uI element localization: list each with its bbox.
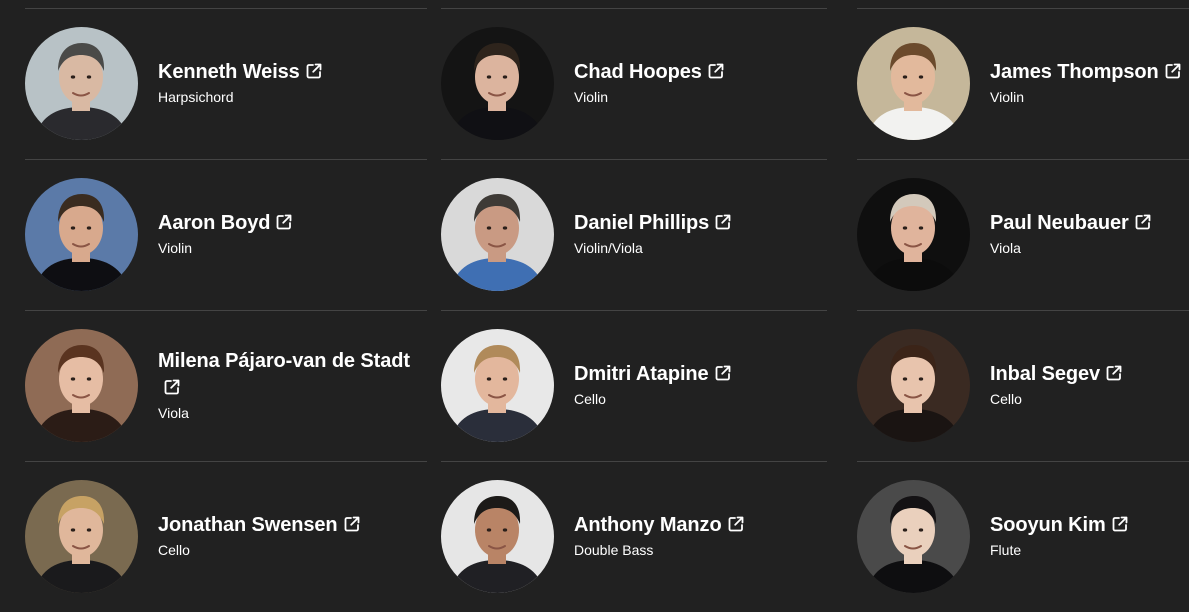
- artist-name-link[interactable]: Kenneth Weiss: [158, 59, 419, 86]
- external-link-icon[interactable]: [305, 62, 323, 80]
- artist-info: Chad Hoopes Violin: [574, 59, 819, 107]
- artist-name[interactable]: Milena Pájaro-van de Stadt: [158, 350, 410, 372]
- artist-card[interactable]: Paul Neubauer Viola: [857, 160, 1189, 310]
- external-link-icon[interactable]: [163, 378, 181, 396]
- artist-name[interactable]: Paul Neubauer: [990, 212, 1129, 234]
- artist-grid: Kenneth Weiss Harpsichord Aaron Boyd Vio…: [0, 0, 1189, 604]
- external-link-icon[interactable]: [343, 515, 361, 533]
- artist-name-link[interactable]: Jonathan Swensen: [158, 512, 419, 539]
- artist-info: Sooyun Kim Flute: [990, 512, 1189, 560]
- artist-instrument: Double Bass: [574, 542, 654, 558]
- artist-instrument: Violin: [990, 89, 1024, 105]
- artist-name-link[interactable]: Aaron Boyd: [158, 210, 419, 237]
- artist-instrument: Cello: [574, 391, 606, 407]
- external-link-icon[interactable]: [1164, 62, 1182, 80]
- artist-card[interactable]: Milena Pájaro-van de Stadt Viola: [25, 311, 427, 461]
- external-link-icon[interactable]: [1134, 213, 1152, 231]
- artist-instrument: Viola: [158, 405, 189, 421]
- artist-name-link[interactable]: Milena Pájaro-van de Stadt: [158, 348, 419, 402]
- artist-name[interactable]: Jonathan Swensen: [158, 514, 338, 536]
- artist-instrument: Violin: [158, 240, 192, 256]
- artist-card[interactable]: Dmitri Atapine Cello: [441, 311, 827, 461]
- external-link-icon[interactable]: [1111, 515, 1129, 533]
- artist-name[interactable]: Kenneth Weiss: [158, 61, 300, 83]
- artist-instrument: Cello: [158, 542, 190, 558]
- artist-photo[interactable]: [441, 480, 554, 593]
- artist-instrument: Violin: [574, 89, 608, 105]
- external-link-icon[interactable]: [727, 515, 745, 533]
- artist-card[interactable]: Daniel Phillips Violin/Viola: [441, 160, 827, 310]
- external-link-icon[interactable]: [275, 213, 293, 231]
- artist-photo[interactable]: [25, 329, 138, 442]
- artist-column: Kenneth Weiss Harpsichord Aaron Boyd Vio…: [25, 0, 427, 604]
- artist-photo[interactable]: [441, 178, 554, 291]
- artist-info: Jonathan Swensen Cello: [158, 512, 419, 560]
- artist-name[interactable]: Daniel Phillips: [574, 212, 709, 234]
- artist-name-link[interactable]: Sooyun Kim: [990, 512, 1189, 539]
- artist-card[interactable]: Chad Hoopes Violin: [441, 9, 827, 159]
- artist-name[interactable]: Dmitri Atapine: [574, 363, 709, 385]
- artist-card[interactable]: Sooyun Kim Flute: [857, 462, 1189, 612]
- artist-name[interactable]: Chad Hoopes: [574, 61, 702, 83]
- artist-photo[interactable]: [25, 480, 138, 593]
- artist-photo[interactable]: [857, 27, 970, 140]
- artist-photo[interactable]: [857, 178, 970, 291]
- artist-instrument: Flute: [990, 542, 1022, 558]
- artist-name-link[interactable]: Anthony Manzo: [574, 512, 819, 539]
- artist-card[interactable]: Jonathan Swensen Cello: [25, 462, 427, 612]
- external-link-icon[interactable]: [707, 62, 725, 80]
- artist-instrument: Cello: [990, 391, 1022, 407]
- artist-name[interactable]: Inbal Segev: [990, 363, 1100, 385]
- artist-photo[interactable]: [441, 27, 554, 140]
- artist-name[interactable]: Anthony Manzo: [574, 514, 722, 536]
- artist-name-link[interactable]: Chad Hoopes: [574, 59, 819, 86]
- artist-instrument: Viola: [990, 240, 1021, 256]
- artist-info: Aaron Boyd Violin: [158, 210, 419, 258]
- artist-column: Chad Hoopes Violin Daniel Phillips Violi…: [441, 0, 827, 604]
- external-link-icon[interactable]: [714, 364, 732, 382]
- artist-photo[interactable]: [857, 480, 970, 593]
- artist-info: Paul Neubauer Viola: [990, 210, 1189, 258]
- artist-info: Anthony Manzo Double Bass: [574, 512, 819, 560]
- artist-name-link[interactable]: Daniel Phillips: [574, 210, 819, 237]
- artist-card[interactable]: Anthony Manzo Double Bass: [441, 462, 827, 612]
- artist-name[interactable]: Sooyun Kim: [990, 514, 1106, 536]
- external-link-icon[interactable]: [714, 213, 732, 231]
- external-link-icon[interactable]: [1105, 364, 1123, 382]
- artist-info: Dmitri Atapine Cello: [574, 361, 819, 409]
- artist-photo[interactable]: [25, 178, 138, 291]
- artist-info: Daniel Phillips Violin/Viola: [574, 210, 819, 258]
- artist-card[interactable]: James Thompson Violin: [857, 9, 1189, 159]
- artist-info: Milena Pájaro-van de Stadt Viola: [158, 348, 419, 423]
- artist-card[interactable]: Aaron Boyd Violin: [25, 160, 427, 310]
- artist-name[interactable]: Aaron Boyd: [158, 212, 270, 234]
- artist-info: Kenneth Weiss Harpsichord: [158, 59, 419, 107]
- artist-info: James Thompson Violin: [990, 59, 1189, 107]
- artist-name-link[interactable]: Dmitri Atapine: [574, 361, 819, 388]
- artist-photo[interactable]: [857, 329, 970, 442]
- artist-card[interactable]: Kenneth Weiss Harpsichord: [25, 9, 427, 159]
- artist-name-link[interactable]: James Thompson: [990, 59, 1189, 86]
- artist-info: Inbal Segev Cello: [990, 361, 1189, 409]
- artist-name[interactable]: James Thompson: [990, 61, 1159, 83]
- artist-card[interactable]: Inbal Segev Cello: [857, 311, 1189, 461]
- artist-column: James Thompson Violin Paul Neubauer Viol…: [857, 0, 1189, 604]
- artist-name-link[interactable]: Inbal Segev: [990, 361, 1189, 388]
- artist-photo[interactable]: [441, 329, 554, 442]
- artist-instrument: Harpsichord: [158, 89, 234, 105]
- artist-instrument: Violin/Viola: [574, 240, 643, 256]
- artist-name-link[interactable]: Paul Neubauer: [990, 210, 1189, 237]
- artist-photo[interactable]: [25, 27, 138, 140]
